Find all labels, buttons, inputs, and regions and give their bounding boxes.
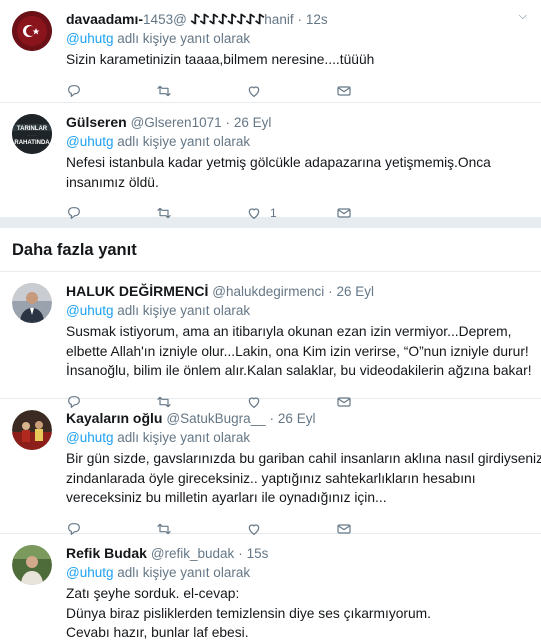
svg-text:··········: ·········· bbox=[27, 133, 37, 137]
tweet-text-line: vereceksiniz bu milletin ayarları ile oy… bbox=[66, 490, 387, 505]
tweet[interactable]: TARINLAR ·········· RAHATINDA Gülseren @… bbox=[0, 103, 541, 220]
mention-link[interactable]: @uhutg bbox=[66, 565, 114, 580]
reply-context: @uhutg adlı kişiye yanıt olarak bbox=[66, 132, 529, 151]
tweet-text: Nefesi istanbula kadar yetmiş gölcükle a… bbox=[66, 153, 529, 192]
tweet-text-line: Sizin karametinizin taaaa,bilmem neresin… bbox=[66, 52, 375, 67]
timestamp[interactable]: 26 Eyl bbox=[234, 115, 272, 130]
like-button[interactable] bbox=[246, 83, 336, 99]
tweet[interactable]: Refik Budak @refik_budak · 15s @uhutg ad… bbox=[0, 534, 541, 644]
avatar[interactable] bbox=[12, 545, 52, 585]
dm-button[interactable] bbox=[336, 83, 426, 99]
tweet-text: Zatı şeyhe sorduk. el-cevap: Dünya biraz… bbox=[66, 584, 529, 643]
user-handle[interactable]: @Glseren1071 bbox=[131, 115, 222, 130]
retweet-button[interactable] bbox=[156, 205, 246, 221]
timestamp[interactable]: 26 Eyl bbox=[337, 284, 375, 299]
reply-context: @uhutg adlı kişiye yanıt olarak bbox=[66, 563, 529, 582]
svg-text:TARINLAR: TARINLAR bbox=[17, 126, 48, 132]
tweet-text-line: zindanlarada öyle gireceksiniz.. yaptığı… bbox=[66, 470, 476, 486]
tweet-text-line: Zatı şeyhe sorduk. el-cevap: bbox=[66, 586, 240, 601]
tweet-text-line: İnsanoğlu, bilim ile önlem alır.Kalan sa… bbox=[66, 363, 532, 378]
tweet-text-line: elbette Allah'ın izniyle olur...Lakin, o… bbox=[66, 343, 529, 359]
user-handle[interactable]: @halukdegirmenci bbox=[212, 284, 324, 299]
reply-icon bbox=[68, 207, 80, 219]
separator-dot: · bbox=[297, 12, 302, 27]
retweet-icon bbox=[157, 207, 171, 219]
display-name[interactable]: Refik Budak bbox=[66, 545, 147, 561]
reply-button[interactable] bbox=[66, 205, 156, 221]
mention-link[interactable]: @uhutg bbox=[66, 303, 114, 318]
reply-icon bbox=[68, 84, 80, 97]
tweet-header: Kayaların oğlu @SatukBugra__ · 26 Eyl bbox=[66, 409, 529, 428]
tweet-header: Gülseren @Glseren1071 · 26 Eyl bbox=[66, 113, 529, 132]
reply-context-label: adlı kişiye yanıt olarak bbox=[117, 31, 251, 46]
display-name[interactable]: Gülseren bbox=[66, 114, 127, 130]
tweet-header: HALUK DEĞİRMENCİ @halukdegirmenci · 26 E… bbox=[66, 282, 529, 301]
tweet[interactable]: davaadamı-𐰀𐰀𐰀𐰀𐰀𐰀𐰀𐰀 @1453hanif · 12s ⌵ @u… bbox=[0, 0, 541, 103]
dm-button[interactable] bbox=[336, 205, 426, 221]
tweet-text-line: Bir gün sizde, gavslarınızda bu gariban … bbox=[66, 451, 541, 466]
reply-context: @uhutg adlı kişiye yanıt olarak bbox=[66, 301, 529, 320]
tweet-text-line: Cevabı hazır, bunlar laf ebesi. bbox=[66, 625, 249, 640]
display-name[interactable]: HALUK DEĞİRMENCİ bbox=[66, 283, 208, 299]
reply-context-label: adlı kişiye yanıt olarak bbox=[117, 303, 251, 318]
tweet-text-line: Dünya biraz pisliklerden temizlensin diy… bbox=[66, 605, 431, 621]
like-count: 1 bbox=[270, 206, 277, 220]
mention-link[interactable]: @uhutg bbox=[66, 31, 114, 46]
envelope-icon bbox=[337, 85, 351, 96]
separator-dot: · bbox=[269, 411, 275, 426]
mention-link[interactable]: @uhutg bbox=[66, 134, 114, 149]
reply-context-label: adlı kişiye yanıt olarak bbox=[117, 565, 251, 580]
reply-button[interactable] bbox=[66, 83, 156, 99]
heart-icon bbox=[248, 208, 260, 219]
reply-context: @uhutg adlı kişiye yanıt olarak bbox=[66, 428, 529, 447]
display-name[interactable]: Kayaların oğlu bbox=[66, 410, 162, 426]
mention-link[interactable]: @uhutg bbox=[66, 430, 114, 445]
retweet-button[interactable] bbox=[156, 83, 246, 99]
reply-context-label: adlı kişiye yanıt olarak bbox=[117, 134, 251, 149]
tweet-text: Bir gün sizde, gavslarınızda bu gariban … bbox=[66, 449, 541, 508]
tweet-text-line: Susmak istiyorum, ama an itibarıyla okun… bbox=[66, 324, 512, 339]
tweet[interactable]: HALUK DEĞİRMENCİ @halukdegirmenci · 26 E… bbox=[0, 272, 541, 408]
tweet-text: Susmak istiyorum, ama an itibarıyla okun… bbox=[66, 322, 532, 381]
envelope-icon bbox=[337, 208, 351, 218]
separator-dot: · bbox=[225, 115, 231, 130]
tweet-header: davaadamı-𐰀𐰀𐰀𐰀𐰀𐰀𐰀𐰀 @1453hanif · 12s bbox=[66, 10, 529, 29]
avatar[interactable] bbox=[12, 11, 52, 51]
timestamp[interactable]: 12s bbox=[306, 12, 328, 27]
separator-dot: · bbox=[238, 546, 243, 561]
reply-context: @uhutg adlı kişiye yanıt olarak bbox=[66, 29, 529, 48]
timestamp[interactable]: 15s bbox=[247, 546, 269, 561]
reply-context-label: adlı kişiye yanıt olarak bbox=[117, 430, 251, 445]
more-replies-header: Daha fazla yanıt bbox=[0, 228, 541, 272]
avatar[interactable] bbox=[12, 283, 52, 323]
separator-dot: · bbox=[328, 284, 333, 299]
avatar[interactable] bbox=[12, 410, 52, 450]
tweet-header: Refik Budak @refik_budak · 15s bbox=[66, 544, 529, 563]
user-handle[interactable]: @SatukBugra__ bbox=[166, 411, 265, 426]
avatar[interactable]: TARINLAR ·········· RAHATINDA bbox=[12, 114, 52, 154]
timestamp[interactable]: 26 Eyl bbox=[278, 411, 316, 426]
chevron-down-icon[interactable]: ⌵ bbox=[519, 10, 527, 23]
tweet-actions: 1 bbox=[66, 196, 529, 230]
user-handle[interactable]: @refik_budak bbox=[151, 546, 235, 561]
like-button[interactable]: 1 bbox=[246, 205, 336, 221]
tweet[interactable]: Kayaların oğlu @SatukBugra__ · 26 Eyl @u… bbox=[0, 399, 541, 535]
heart-icon bbox=[248, 85, 260, 97]
tweet-text: Sizin karametinizin taaaa,bilmem neresin… bbox=[66, 50, 529, 70]
tweet-text-line: Nefesi istanbula kadar yetmiş gölcükle a… bbox=[66, 155, 491, 170]
svg-text:RAHATINDA: RAHATINDA bbox=[14, 140, 50, 146]
retweet-icon bbox=[157, 85, 171, 96]
tweet-text-line: insanımız öldü. bbox=[66, 174, 159, 190]
